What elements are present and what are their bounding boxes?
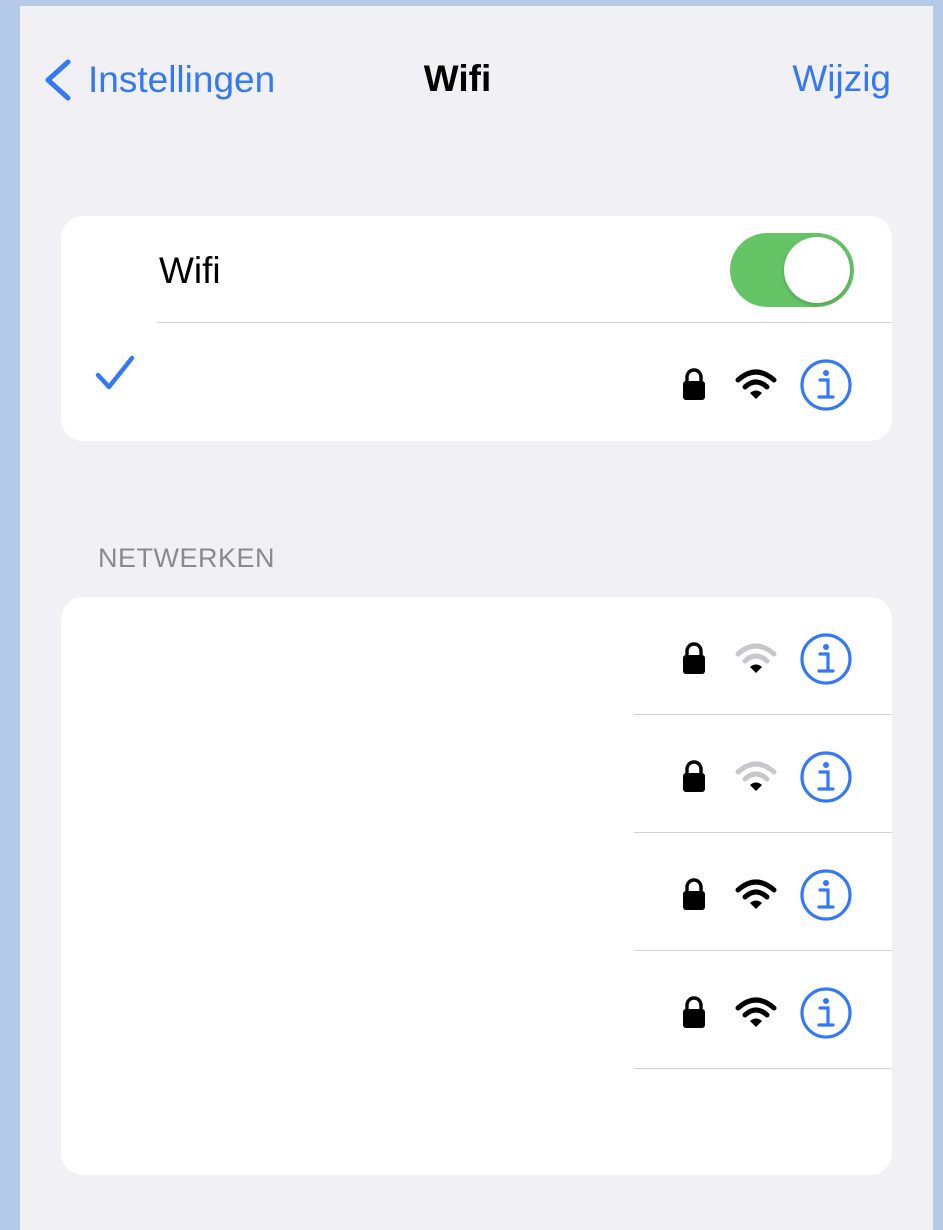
wifi-toggle-row: Wifi bbox=[61, 216, 892, 322]
wifi-icon bbox=[735, 879, 777, 909]
lock-icon bbox=[683, 996, 705, 1028]
navigation-bar: Instellingen Wifi Wijzig bbox=[20, 6, 933, 146]
info-icon[interactable] bbox=[799, 750, 853, 804]
info-icon[interactable] bbox=[799, 868, 853, 922]
wifi-icon bbox=[735, 643, 777, 673]
network-row[interactable] bbox=[61, 951, 892, 1069]
info-icon[interactable] bbox=[799, 632, 853, 686]
wifi-card: Wifi bbox=[61, 216, 892, 441]
lock-icon bbox=[683, 642, 705, 674]
divider bbox=[634, 1068, 892, 1069]
network-row[interactable] bbox=[61, 833, 892, 951]
wifi-toggle-label: Wifi bbox=[159, 250, 221, 291]
edit-button[interactable]: Wijzig bbox=[792, 58, 891, 100]
networks-card bbox=[61, 597, 892, 1175]
connected-network-row[interactable] bbox=[61, 323, 892, 441]
toggle-knob bbox=[784, 237, 850, 303]
wifi-icon bbox=[735, 369, 777, 399]
wifi-icon bbox=[735, 997, 777, 1027]
network-row[interactable] bbox=[61, 597, 892, 715]
wifi-settings-screen: Instellingen Wifi Wijzig Wifi NETWERKEN bbox=[20, 6, 933, 1230]
lock-icon bbox=[683, 878, 705, 910]
networks-section-header: NETWERKEN bbox=[98, 543, 276, 573]
network-row[interactable] bbox=[61, 715, 892, 833]
checkmark-icon bbox=[95, 355, 135, 390]
info-icon[interactable] bbox=[799, 358, 853, 412]
lock-icon bbox=[683, 760, 705, 792]
wifi-icon bbox=[735, 761, 777, 791]
info-icon[interactable] bbox=[799, 986, 853, 1040]
lock-icon bbox=[683, 368, 705, 400]
wifi-toggle-switch[interactable] bbox=[730, 233, 854, 307]
